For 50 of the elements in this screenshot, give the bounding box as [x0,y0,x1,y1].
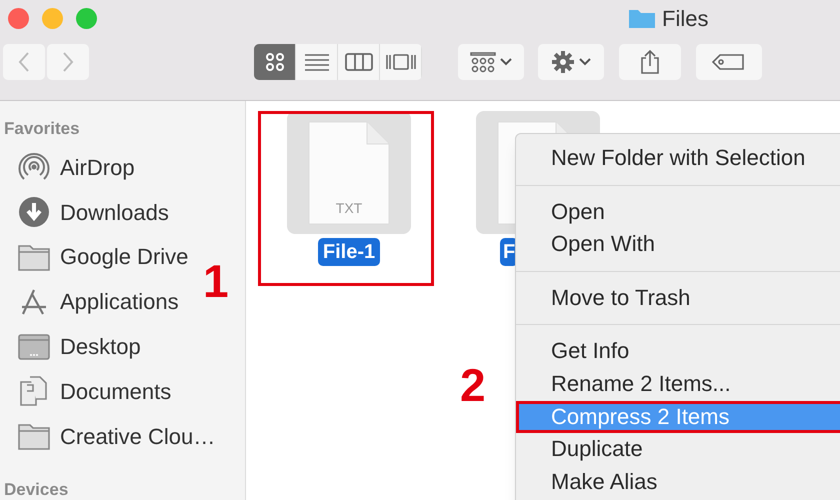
share-button[interactable] [619,44,681,80]
menu-item[interactable]: Rename 2 Items... [516,368,840,401]
chevron-right-icon [61,51,75,73]
tag-button[interactable] [696,44,762,80]
chevron-left-icon [17,51,31,73]
gallery-view-button[interactable] [380,44,422,80]
sidebar-item[interactable]: Creative Clou… [0,414,220,459]
sidebar-item[interactable]: Google Drive [0,234,192,280]
menu-item[interactable]: Make Alias [516,466,840,498]
column-view-icon [344,53,372,71]
download-icon [18,196,50,228]
column-view-button[interactable] [338,44,380,80]
documents-icon [19,375,49,408]
menu-item[interactable]: Open With [516,228,840,261]
file-thumbnail[interactable] [287,111,411,234]
settings-button[interactable] [538,44,604,80]
sidebar-heading: Devices [3,478,70,500]
gear-icon [551,50,575,74]
list-view-button[interactable] [296,44,338,80]
folder-icon [18,242,50,271]
list-view-icon [304,53,328,71]
sidebar-item[interactable]: Documents [0,368,176,414]
icon-view-icon [264,52,284,72]
menu-item[interactable]: New Folder with Selection [516,142,840,175]
tag-icon [712,53,746,71]
menu-item[interactable]: Get Info [516,335,840,368]
file-name[interactable]: File-1 [318,238,380,266]
window-title: Files [662,4,708,32]
desktop-icon [18,332,50,361]
menu-item[interactable]: Open [516,196,840,228]
menu-item[interactable]: Duplicate [516,433,840,466]
share-icon [640,49,660,75]
folder-icon [18,422,50,450]
step-number: 2 [460,362,486,408]
sidebar-heading: Favorites [3,118,81,140]
caret-icon [579,58,591,66]
sidebar-item[interactable]: AirDrop [0,145,139,190]
file-type-label: TXT [336,199,362,218]
caret-icon [500,58,512,66]
step-number: 1 [203,258,229,304]
menu-item[interactable]: Move to Trash [516,282,840,314]
grid-icon [470,51,496,73]
group-button[interactable] [458,44,524,80]
sidebar-item[interactable]: Applications [0,279,183,324]
icon-view-button[interactable] [254,44,296,80]
document-icon [308,120,390,224]
folder-icon [628,7,656,29]
sidebar-item[interactable]: Desktop [0,324,145,369]
sidebar-item[interactable]: Downloads [0,190,173,235]
gallery-view-icon [384,53,416,71]
